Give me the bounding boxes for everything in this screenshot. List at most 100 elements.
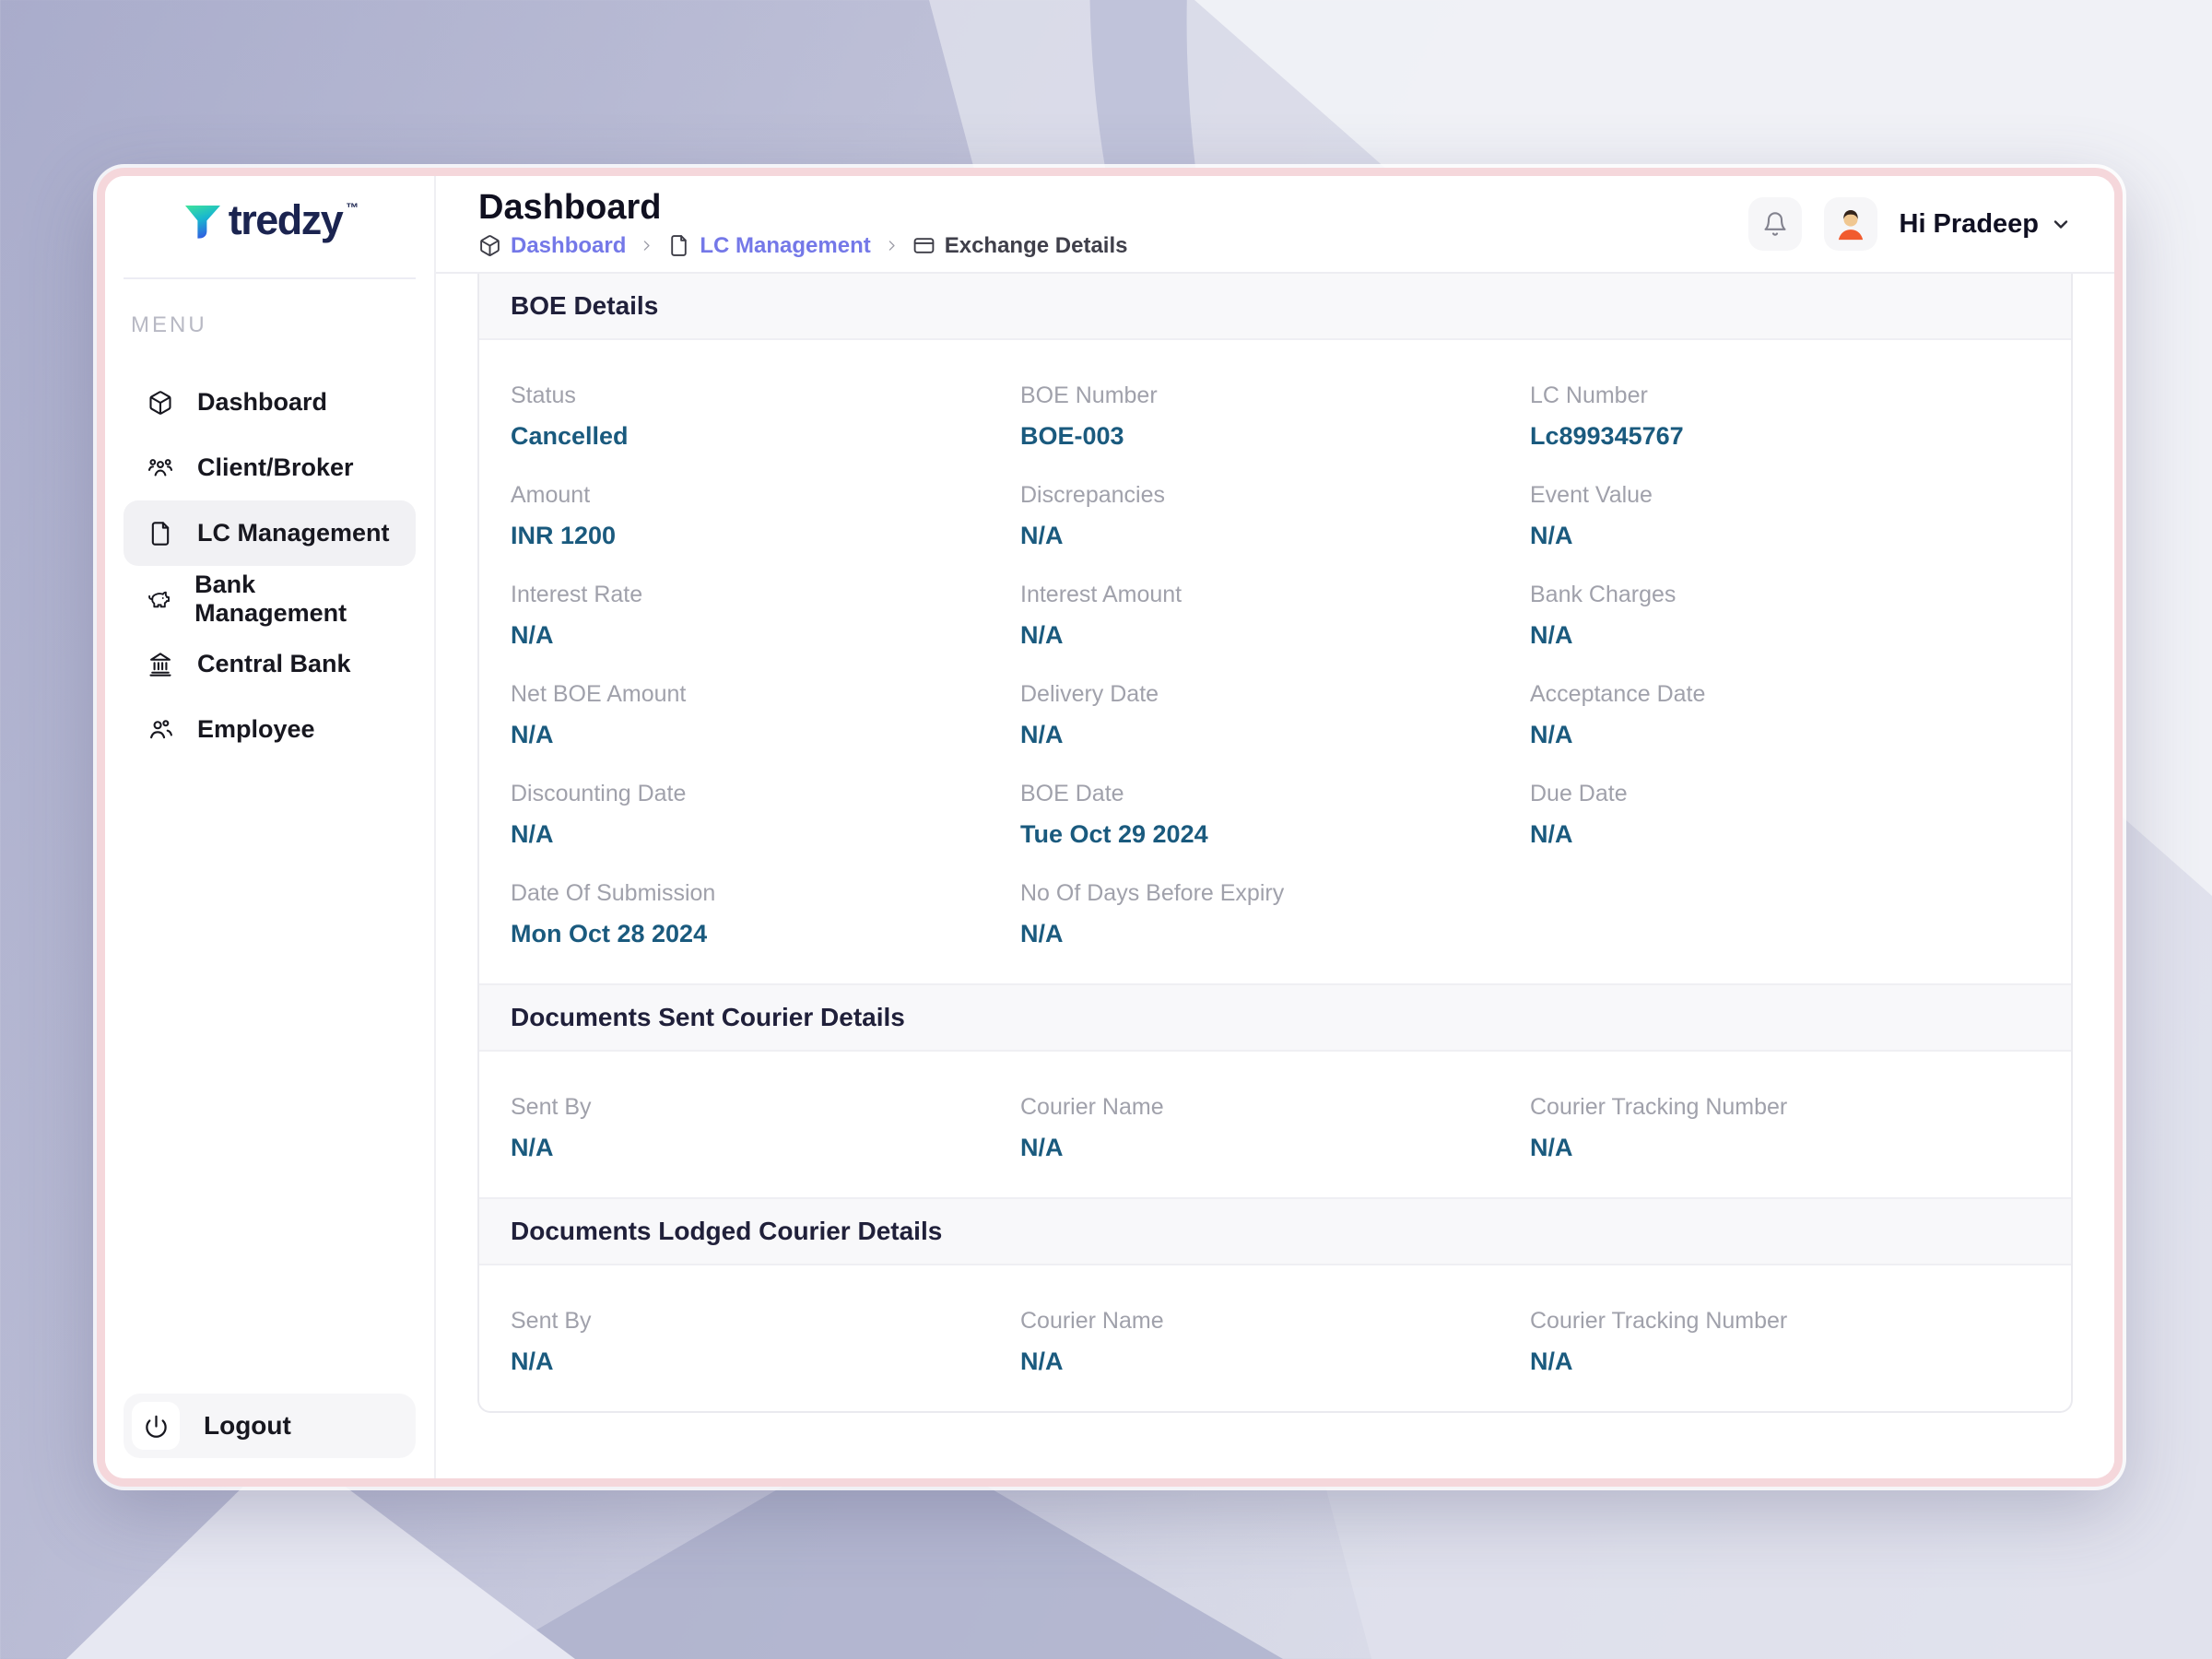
field-value: N/A <box>1020 621 1530 650</box>
field-sent-by: Sent By N/A <box>511 1094 1020 1162</box>
field-label: Courier Tracking Number <box>1530 1094 2040 1121</box>
app-window: tredzy ™ MENU Dashboard Client/Broker LC… <box>97 168 2123 1487</box>
sidebar-item-employee[interactable]: Employee <box>124 697 416 762</box>
user-avatar-button[interactable] <box>1824 197 1877 251</box>
header-right: Hi Pradeep <box>1748 197 2073 251</box>
sidebar-divider <box>124 277 416 279</box>
field-acceptance-date: Acceptance Date N/A <box>1530 681 2040 749</box>
sidebar-item-bank-management[interactable]: Bank Management <box>124 566 416 631</box>
main-content: BOE Details Status Cancelled BOE Number … <box>436 274 2114 1478</box>
landmark-icon <box>147 652 173 677</box>
section-title: BOE Details <box>511 291 658 321</box>
field-label: BOE Number <box>1020 382 1530 409</box>
field-sent-by: Sent By N/A <box>511 1308 1020 1376</box>
file-icon <box>147 521 173 547</box>
chevron-right-icon <box>884 238 900 253</box>
section-title: Documents Sent Courier Details <box>511 1003 905 1032</box>
user-menu[interactable]: Hi Pradeep <box>1900 209 2073 240</box>
field-discounting-date: Discounting Date N/A <box>511 781 1020 849</box>
breadcrumb: Dashboard LC Management Exchange Details <box>478 233 1127 259</box>
page-header: Dashboard Dashboard LC Management Exchan… <box>436 176 2114 274</box>
sidebar: tredzy ™ MENU Dashboard Client/Broker LC… <box>105 176 436 1478</box>
sidebar-item-client-broker[interactable]: Client/Broker <box>124 435 416 500</box>
field-label: Discrepancies <box>1020 482 1530 509</box>
tredzy-logo-icon <box>181 200 225 244</box>
field-label: Courier Name <box>1020 1094 1530 1121</box>
sidebar-item-central-bank[interactable]: Central Bank <box>124 631 416 697</box>
field-value: N/A <box>1530 1134 2040 1162</box>
field-value: N/A <box>1530 1347 2040 1376</box>
section-body: Status Cancelled BOE Number BOE-003 LC N… <box>479 340 2071 983</box>
field-courier-name: Courier Name N/A <box>1020 1094 1530 1162</box>
field-net-boe-amount: Net BOE Amount N/A <box>511 681 1020 749</box>
field-amount: Amount INR 1200 <box>511 482 1020 550</box>
cube-icon <box>147 390 173 416</box>
field-label: Bank Charges <box>1530 582 2040 608</box>
power-icon <box>132 1402 180 1450</box>
field-label: Acceptance Date <box>1530 681 2040 708</box>
field-value: N/A <box>511 1347 1020 1376</box>
field-label: Net BOE Amount <box>511 681 1020 708</box>
field-label: Event Value <box>1530 482 2040 509</box>
field-value: N/A <box>1020 1134 1530 1162</box>
field-value: N/A <box>511 820 1020 849</box>
field-due-date: Due Date N/A <box>1530 781 2040 849</box>
field-label: Interest Rate <box>511 582 1020 608</box>
field-label: Status <box>511 382 1020 409</box>
section-documents-lodged-courier-details: Documents Lodged Courier Details Sent By… <box>479 1197 2071 1411</box>
section-boe-details: BOE Details Status Cancelled BOE Number … <box>479 274 2071 983</box>
user-greeting: Hi Pradeep <box>1900 209 2040 240</box>
sidebar-menu: Dashboard Client/Broker LC Management Ba… <box>124 370 416 762</box>
field-label: Sent By <box>511 1308 1020 1335</box>
sidebar-item-dashboard[interactable]: Dashboard <box>124 370 416 435</box>
field-value: N/A <box>1530 522 2040 550</box>
field-value: N/A <box>511 621 1020 650</box>
brand-name: tredzy <box>229 198 343 242</box>
logout-label: Logout <box>204 1411 291 1441</box>
field-value: Cancelled <box>511 422 1020 451</box>
field-status: Status Cancelled <box>511 382 1020 451</box>
chevron-right-icon <box>639 238 654 253</box>
field-date-of-submission: Date Of Submission Mon Oct 28 2024 <box>511 880 1020 948</box>
field-courier-name: Courier Name N/A <box>1020 1308 1530 1376</box>
section-header: Documents Lodged Courier Details <box>479 1197 2071 1265</box>
piggy-bank-icon <box>147 586 171 612</box>
field-value: BOE-003 <box>1020 422 1530 451</box>
field-discrepancies: Discrepancies N/A <box>1020 482 1530 550</box>
field-label: BOE Date <box>1020 781 1530 807</box>
field-value: N/A <box>1020 1347 1530 1376</box>
field-interest-rate: Interest Rate N/A <box>511 582 1020 650</box>
section-title: Documents Lodged Courier Details <box>511 1217 942 1246</box>
field-value: Lc899345767 <box>1530 422 2040 451</box>
brand-trademark: ™ <box>346 200 359 215</box>
field-label: Discounting Date <box>511 781 1020 807</box>
field-courier-tracking-number: Courier Tracking Number N/A <box>1530 1308 2040 1376</box>
field-value: INR 1200 <box>511 522 1020 550</box>
users-three-icon <box>147 455 173 481</box>
field-value: N/A <box>1530 721 2040 749</box>
breadcrumb-item-lc-management[interactable]: LC Management <box>667 233 870 259</box>
field-delivery-date: Delivery Date N/A <box>1020 681 1530 749</box>
field-label: Amount <box>511 482 1020 509</box>
field-label: No Of Days Before Expiry <box>1020 880 1530 907</box>
field-courier-tracking-number: Courier Tracking Number N/A <box>1530 1094 2040 1162</box>
cube-icon <box>478 234 501 257</box>
field-value: N/A <box>1530 621 2040 650</box>
field-interest-amount: Interest Amount N/A <box>1020 582 1530 650</box>
field-value: N/A <box>1020 522 1530 550</box>
breadcrumb-item-exchange-details: Exchange Details <box>912 233 1128 259</box>
notifications-button[interactable] <box>1748 197 1802 251</box>
field-label: Interest Amount <box>1020 582 1530 608</box>
sidebar-item-lc-management[interactable]: LC Management <box>124 500 416 566</box>
field-value: N/A <box>1020 920 1530 948</box>
logout-button[interactable]: Logout <box>124 1394 416 1458</box>
section-header: BOE Details <box>479 274 2071 340</box>
section-header: Documents Sent Courier Details <box>479 983 2071 1052</box>
field-lc-number: LC Number Lc899345767 <box>1530 382 2040 451</box>
field-label: Sent By <box>511 1094 1020 1121</box>
brand-logo: tredzy ™ <box>105 176 434 265</box>
breadcrumb-item-dashboard[interactable]: Dashboard <box>478 233 626 259</box>
field-value: N/A <box>511 721 1020 749</box>
field-value: Mon Oct 28 2024 <box>511 920 1020 948</box>
logout-row: Logout <box>124 1394 416 1458</box>
